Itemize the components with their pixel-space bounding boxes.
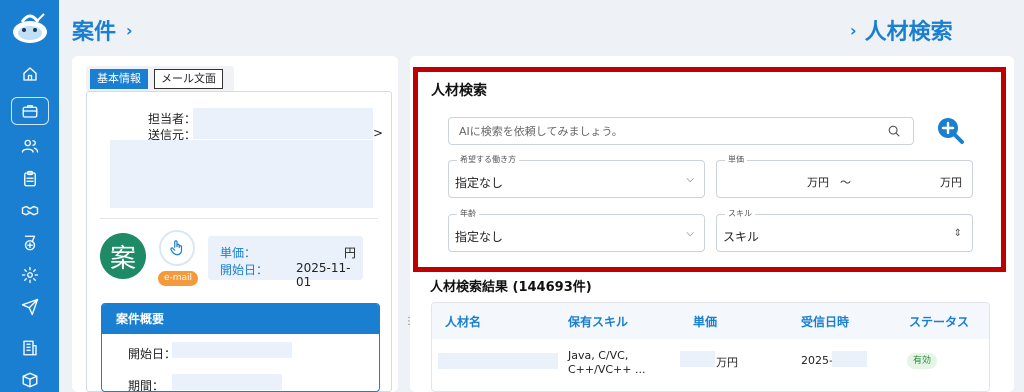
tanka-tilde: 〜 (840, 176, 851, 189)
tab-basic-info[interactable]: 基本情報 (90, 69, 148, 89)
work-style-value: 指定なし (455, 176, 504, 190)
breadcrumb-left[interactable]: 案件 › (72, 14, 133, 46)
work-style-select[interactable]: 希望する働き方 指定なし ⌵ (448, 154, 705, 198)
tantou-value-redacted (193, 108, 373, 124)
mascot-logo[interactable] (8, 6, 52, 46)
detail-tabs: 基本情報 メール文面 (90, 69, 223, 89)
chevron-down-icon: ⌵ (686, 174, 694, 185)
tanka-unit: 円 (344, 246, 357, 260)
work-style-label: 希望する働き方 (457, 154, 519, 165)
start-date-value: 2025-11-01 (296, 261, 351, 289)
tanka-redacted (680, 351, 715, 367)
send-icon[interactable] (18, 295, 42, 319)
age-value: 指定なし (455, 230, 504, 244)
tanka-label: 単価： (220, 246, 257, 260)
search-section-title: 人材検索 (431, 83, 487, 99)
received-date-redacted (832, 351, 867, 367)
breadcrumb-right[interactable]: › 人材検索 (850, 14, 953, 46)
skill-label: スキル (725, 208, 755, 219)
col-skills[interactable]: 保有スキル (568, 313, 628, 330)
price-summary: 単価： 円 開始日： 2025-11-01 (208, 236, 363, 289)
skill-select[interactable]: スキル スキル ⇕ (716, 208, 973, 252)
clipboard-icon[interactable] (18, 167, 42, 191)
hand-pointer-icon (170, 240, 183, 256)
users-icon[interactable] (18, 134, 42, 158)
divider (100, 218, 378, 219)
briefcase-icon[interactable] (11, 97, 49, 125)
col-received[interactable]: 受信日時 (801, 313, 849, 330)
age-select[interactable]: 年齢 指定なし ⌵ (448, 208, 705, 252)
name-redacted[interactable] (438, 353, 558, 369)
summary-period-label: 期間： (128, 379, 165, 392)
age-label: 年齢 (457, 208, 479, 219)
col-tanka[interactable]: 単価 (693, 313, 717, 330)
start-date-label: 開始日： (220, 263, 269, 277)
col-status[interactable]: ステータス (909, 313, 969, 330)
ai-search-input[interactable] (449, 118, 879, 144)
summary-header: 案件概要 (102, 304, 379, 334)
mail-preview-redacted (110, 140, 373, 208)
sidebar (0, 0, 59, 392)
breadcrumb-title: 案件 (72, 20, 117, 45)
zoom-in-search-icon[interactable] (935, 115, 965, 145)
tanka-range-label: 単価 (725, 154, 747, 165)
table-header: 人材名 保有スキル 単価 受信日時 ステータス (432, 303, 989, 339)
tanka-range-field[interactable]: 単価 万円 〜 万円 (716, 154, 973, 198)
building-icon[interactable] (18, 336, 42, 360)
chevron-right-icon: › (126, 21, 133, 40)
skills-line-1: Java, C/VC, (568, 349, 629, 362)
home-icon[interactable] (18, 62, 42, 86)
tanka-max-unit: 万円 (940, 176, 962, 189)
ai-search-field[interactable] (448, 117, 914, 145)
badge-icon[interactable] (18, 231, 42, 255)
summary-start-redacted (172, 342, 292, 358)
status-badge: 有効 (907, 353, 938, 369)
breadcrumb-title: 人材検索 (864, 20, 953, 45)
sender-value-redacted (193, 124, 373, 139)
chevron-down-icon: ⌵ (686, 228, 694, 239)
summary-start-label: 開始日： (128, 347, 177, 361)
avatar: 案 (100, 233, 146, 279)
search-icon[interactable] (887, 124, 901, 138)
chevron-updown-icon: ⇕ (953, 228, 962, 239)
col-name[interactable]: 人材名 (445, 313, 481, 330)
email-badge[interactable]: e-mail (158, 271, 198, 286)
handshake-icon[interactable] (18, 199, 42, 223)
tanka-unit: 万円 (716, 356, 738, 369)
chevron-right-icon: › (850, 21, 857, 40)
skills-line-2: C++/VC++ ... (568, 363, 646, 376)
summary-period-redacted (172, 374, 282, 390)
sender-trail: > (373, 126, 384, 140)
tantou-label: 担当者： (148, 112, 197, 126)
results-table: 人材名 保有スキル 単価 受信日時 ステータス Java, C/VC, C++/… (431, 302, 990, 392)
skill-value: スキル (723, 230, 760, 244)
received-date: 2025- (801, 354, 833, 367)
results-title: 人材検索結果 (144693件) (430, 280, 592, 295)
box-icon[interactable] (18, 368, 42, 392)
gear-icon[interactable] (18, 263, 42, 287)
tanka-min-unit: 万円 (807, 176, 829, 189)
project-summary-card: 案件概要 開始日： 期間： (101, 303, 380, 392)
pointer-button[interactable] (159, 230, 195, 266)
tab-mail-body[interactable]: メール文面 (154, 69, 223, 89)
